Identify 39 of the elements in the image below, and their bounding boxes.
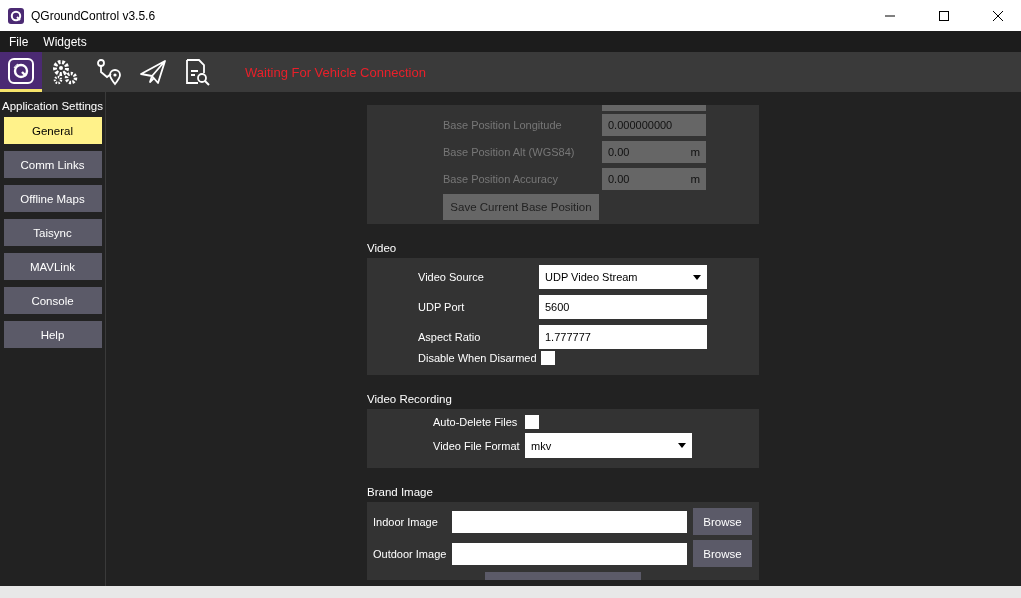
field-label: Base Position Accuracy <box>443 172 559 185</box>
sidebar-item[interactable]: Offline Maps <box>3 185 102 212</box>
field-label: Video Source <box>418 271 485 283</box>
menu-item[interactable]: File <box>9 34 29 49</box>
connection-status: Waiting For Vehicle Connection <box>245 64 426 80</box>
dropdown[interactable]: mkv <box>525 433 692 458</box>
field-label: Outdoor Image <box>373 547 448 560</box>
sidebar-item[interactable]: General <box>3 117 102 144</box>
sidebar-title: Application Settings <box>2 100 103 112</box>
sidebar-item[interactable]: Comm Links <box>3 151 102 178</box>
menu-item[interactable]: Widgets <box>43 34 87 49</box>
field-label: UDP Port <box>418 301 466 313</box>
input-field[interactable]: 5600 <box>539 295 707 319</box>
unit-label: m <box>690 172 700 185</box>
browse-button[interactable]: Browse <box>693 508 752 535</box>
sidebar-item[interactable]: Taisync <box>3 219 102 246</box>
field-value: 5600 <box>545 301 570 313</box>
field-label: Base Position Longitude <box>443 118 563 131</box>
field-label: Indoor Image <box>373 515 439 528</box>
section-header: Video Recording <box>367 393 453 405</box>
field-label: Auto-Delete Files <box>433 416 519 428</box>
browse-button[interactable]: Browse <box>693 540 752 567</box>
sidebar-item[interactable]: MAVLink <box>3 253 102 280</box>
input-field[interactable]: 1.777777 <box>539 325 707 349</box>
section-header: Brand Image <box>367 486 434 498</box>
field-value: 0.00 <box>608 172 630 185</box>
section-header: Video <box>367 242 398 254</box>
field-label: Base Position Alt (WGS84) <box>443 145 576 158</box>
window-title: QGroundControl v3.5.6 <box>31 8 156 23</box>
sidebar-item[interactable]: Help <box>3 321 102 348</box>
dropdown[interactable]: UDP Video Stream <box>539 265 707 289</box>
field-value: 1.777777 <box>545 331 591 343</box>
field-value: 0.00 <box>608 145 630 158</box>
field-value: 0.000000000 <box>608 118 673 131</box>
sidebar-item[interactable]: Console <box>3 287 102 314</box>
field-label: Aspect Ratio <box>418 331 482 343</box>
field-label: Disable When Disarmed <box>418 352 538 364</box>
unit-label: m <box>690 145 700 158</box>
field-label: Video File Format <box>433 439 521 452</box>
